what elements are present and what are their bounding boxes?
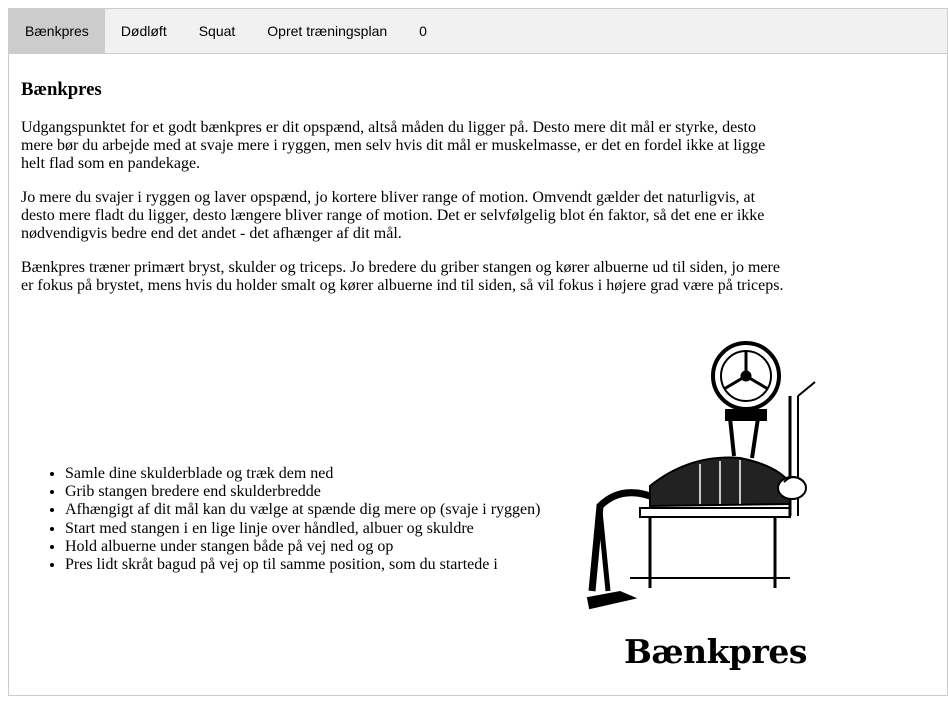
tab-baenkpres[interactable]: Bænkpres: [9, 9, 105, 53]
list-item: Samle dine skulderblade og træk dem ned: [65, 465, 540, 483]
article-paragraph: Bænkpres træner primært bryst, skulder o…: [21, 259, 784, 294]
tab-squat[interactable]: Squat: [183, 9, 252, 53]
weight-plate-icon: [711, 341, 781, 411]
tab-counter[interactable]: 0: [403, 9, 443, 53]
tab-bar: Bænkpres Dødløft Squat Opret træningspla…: [9, 9, 947, 54]
tips-list: Samle dine skulderblade og træk dem ned …: [31, 465, 540, 574]
list-item: Afhængigt af dit mål kan du vælge at spæ…: [65, 501, 540, 519]
bench-press-illustration: [586, 341, 816, 610]
article-content: Bænkpres Udgangspunktet for et godt bænk…: [21, 53, 791, 311]
article-paragraph: Jo mere du svajer i ryggen og laver opsp…: [21, 189, 765, 242]
list-item: Hold albuerne under stangen både på vej …: [65, 538, 540, 556]
tab-opret-traeningsplan[interactable]: Opret træningsplan: [251, 9, 403, 53]
list-item: Grib stangen bredere end skulderbredde: [65, 483, 540, 501]
article-title: Bænkpres: [21, 79, 102, 100]
list-item: Start med stangen i en lige linje over h…: [65, 520, 540, 538]
tab-doedloeft[interactable]: Dødløft: [105, 9, 183, 53]
list-item: Pres lidt skråt bagud på vej op til samm…: [65, 556, 540, 574]
illustration-caption: Bænkpres: [624, 632, 807, 671]
article-paragraph: Udgangspunktet for et godt bænkpres er d…: [21, 119, 766, 172]
